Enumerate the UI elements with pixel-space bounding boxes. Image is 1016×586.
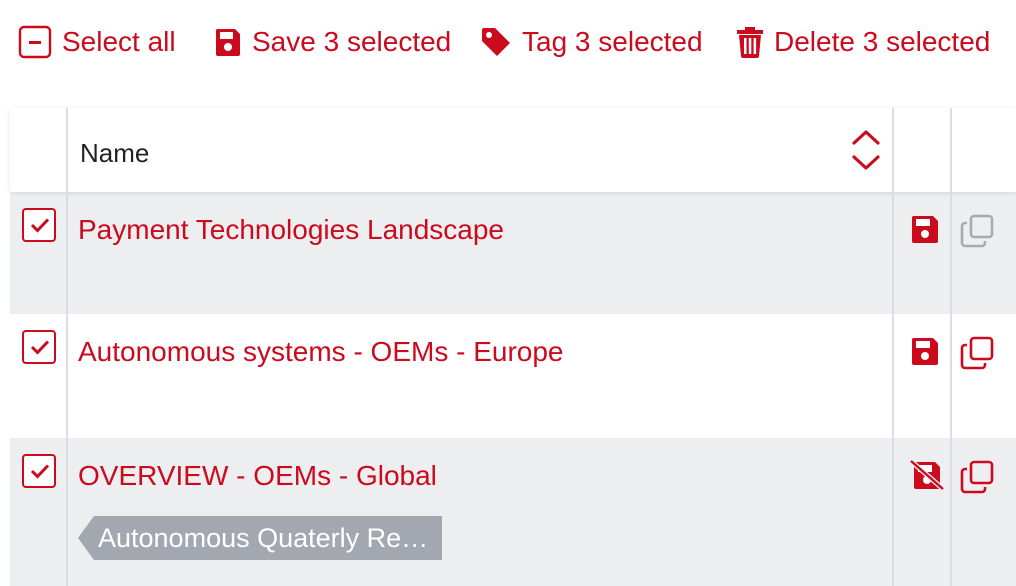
minus-square-icon [18,25,52,59]
row-checkbox[interactable] [22,208,56,242]
tag-selected-button[interactable]: Tag 3 selected [480,22,703,62]
row-tag[interactable]: Autonomous Quaterly Re… [78,516,443,560]
row-name-link[interactable]: Payment Technologies Landscape [78,214,504,246]
sort-up-down-icon[interactable] [850,126,882,174]
copy-row-button[interactable] [960,460,994,494]
copy-icon [960,336,994,374]
floppy-disk-off-icon [909,459,945,494]
tag-selected-label: Tag 3 selected [522,26,703,57]
select-all-button[interactable]: Select all [18,22,176,62]
unsave-row-button[interactable] [909,459,945,491]
table-row: OVERVIEW - OEMs - Global Autonomous Quat… [10,438,1016,586]
table-row: Autonomous systems - OEMs - Europe [10,314,1016,438]
bulk-action-toolbar: Select all Save 3 selected Tag 3 selecte… [0,0,1016,86]
save-selected-button[interactable]: Save 3 selected [214,22,451,62]
save-selected-label: Save 3 selected [252,26,452,57]
copy-row-button[interactable] [960,336,994,370]
select-all-label: Select all [62,26,176,57]
column-divider [892,108,894,586]
floppy-disk-icon [214,27,242,57]
row-checkbox[interactable] [22,454,56,488]
column-divider [66,108,68,586]
tag-notch [78,516,94,560]
tag-icon [480,26,512,58]
copy-row-button[interactable] [960,214,994,248]
column-header-name: Name [80,138,150,168]
floppy-disk-icon [910,338,940,370]
copy-icon-disabled [960,214,994,252]
floppy-disk-icon [910,216,940,248]
row-name-link[interactable]: Autonomous systems - OEMs - Europe [78,336,564,368]
row-name-link[interactable]: OVERVIEW - OEMs - Global [78,460,437,492]
trash-icon [736,26,764,58]
items-table: Name Payment Technologies Landscape Auto… [10,108,1016,586]
save-row-button[interactable] [910,214,940,244]
table-row: Payment Technologies Landscape [10,192,1016,314]
save-row-button[interactable] [910,336,940,366]
delete-selected-label: Delete 3 selected [774,26,991,57]
delete-selected-button[interactable]: Delete 3 selected [736,22,990,62]
row-checkbox[interactable] [22,330,56,364]
table-header: Name [10,108,1016,192]
row-tag-label: Autonomous Quaterly Re… [94,516,443,560]
copy-icon [960,460,994,498]
column-divider [950,108,952,586]
